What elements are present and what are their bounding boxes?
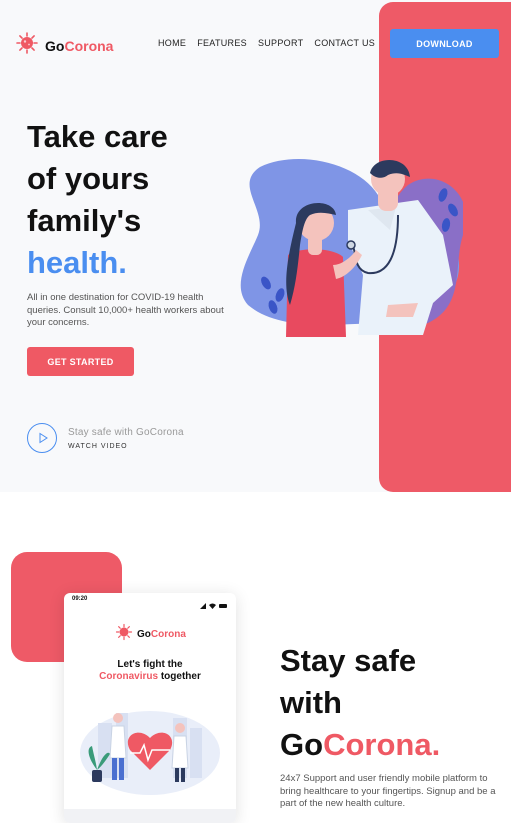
get-started-button[interactable]: GET STARTED xyxy=(27,347,134,376)
virus-logo-icon xyxy=(115,623,133,646)
download-button[interactable]: DOWNLOAD xyxy=(390,29,499,58)
doctors-heart-illustration xyxy=(78,698,223,803)
nav-contact-us[interactable]: CONTACT US xyxy=(314,38,375,48)
battery-icon xyxy=(219,604,227,608)
phone-brand-name: GoCorona xyxy=(137,629,186,640)
phone-status-time: 09:20 xyxy=(72,596,88,602)
phone-status-icons xyxy=(200,596,228,614)
hero-title: Take care of yours family's health. xyxy=(27,119,168,280)
doctor-patient-illustration xyxy=(238,155,467,345)
phone-headline: Let's fight the Coronavirus together xyxy=(99,659,201,682)
phone-logo: GoCorona xyxy=(115,623,186,646)
wifi-icon xyxy=(209,603,216,609)
section2-title: Stay safe with GoCorona. xyxy=(280,643,441,762)
watch-video-label: WATCH VIDEO xyxy=(68,443,128,450)
signal-icon xyxy=(200,603,206,609)
nav-support[interactable]: SUPPORT xyxy=(258,38,303,48)
brand-name: GoCorona xyxy=(45,37,114,54)
section2-description: 24x7 Support and user friendly mobile pl… xyxy=(280,773,496,809)
main-nav: HOME FEATURES SUPPORT CONTACT US xyxy=(158,38,375,48)
play-video-button[interactable] xyxy=(27,423,57,453)
nav-features[interactable]: FEATURES xyxy=(197,38,247,48)
phone-bottom-bar xyxy=(64,809,236,823)
watch-video-link[interactable]: Stay safe with GoCorona WATCH VIDEO xyxy=(68,427,184,450)
video-title: Stay safe with GoCorona xyxy=(68,427,184,438)
phone-mockup: 09:20 GoCorona Let's fight the Coronavir… xyxy=(64,593,236,823)
virus-logo-icon xyxy=(15,31,39,60)
logo[interactable]: GoCorona xyxy=(15,31,113,60)
hero-description: All in one destination for COVID-19 heal… xyxy=(27,292,224,328)
play-icon xyxy=(39,432,48,444)
nav-home[interactable]: HOME xyxy=(158,38,186,48)
